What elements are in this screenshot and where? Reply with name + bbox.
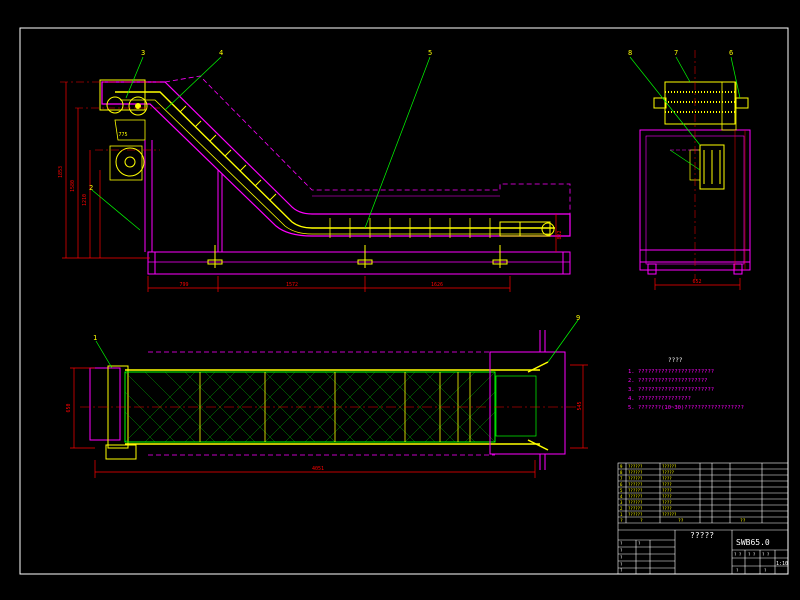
meta-label-0: ? ? bbox=[734, 552, 742, 557]
note-line-1: 1. ??????????????????????? bbox=[628, 369, 714, 375]
dim-side-left-2: 1210 bbox=[82, 194, 88, 206]
parts-row-3-name: ?????? bbox=[628, 500, 643, 505]
sign-label-1: ? bbox=[620, 548, 623, 553]
sheet-label-1: ? bbox=[764, 568, 767, 573]
sign-label-2: ? bbox=[620, 555, 623, 560]
dim-side-bottom-1: 1572 bbox=[286, 282, 298, 288]
sign-label-3: ? bbox=[620, 562, 623, 567]
parts-row-9-name: ?????? bbox=[628, 464, 643, 469]
motor-reducer bbox=[115, 147, 145, 177]
dim-plan-right: 545 bbox=[577, 401, 583, 410]
parts-row-5-name: ?????? bbox=[628, 488, 643, 493]
parts-row-8-name: ?????? bbox=[628, 470, 643, 475]
dim-side-bottom-0: 799 bbox=[179, 282, 188, 288]
drawing-title: ????? bbox=[690, 531, 714, 540]
parts-row-4-code: ???? bbox=[662, 494, 672, 499]
parts-row-1-no: 1 bbox=[620, 512, 623, 517]
parts-row-5-no: 5 bbox=[620, 488, 623, 493]
drawing-number: SWB65.0 bbox=[736, 538, 770, 547]
meta-label-1: ? ? bbox=[748, 552, 756, 557]
parts-row-2-name: ?????? bbox=[628, 506, 643, 511]
dim-side-right: 822 bbox=[557, 230, 563, 239]
header-label-2: ?? bbox=[678, 518, 684, 524]
note-line-3: 3. ??????????????????????? bbox=[628, 387, 714, 393]
parts-row-2-no: 2 bbox=[620, 506, 623, 511]
conveyor-casing bbox=[101, 81, 571, 237]
parts-row-9-no: 9 bbox=[620, 464, 623, 469]
title-block bbox=[617, 462, 789, 575]
note-line-5: 5. ???????(10~30)?????????????????? bbox=[628, 405, 744, 411]
parts-row-2-code: ???? bbox=[662, 506, 672, 511]
parts-row-8-no: 8 bbox=[620, 470, 623, 475]
balloon-1: 1 bbox=[93, 334, 97, 342]
parts-list-grid bbox=[618, 463, 788, 524]
side-elevation-view: 1853 1580 1210 775 799 1572 1626 822 bbox=[58, 75, 571, 292]
dim-side-left-0: 1853 bbox=[58, 166, 64, 178]
dim-side-bottom-2: 1626 bbox=[431, 282, 443, 288]
sign-label-0: ? bbox=[620, 541, 623, 546]
part-leaders bbox=[91, 56, 741, 369]
balloon-8: 8 bbox=[628, 49, 632, 57]
parts-row-1-code: ?????? bbox=[662, 512, 677, 517]
cad-drawing-canvas: 1853 1580 1210 775 799 1572 1626 822 652… bbox=[19, 27, 789, 575]
part-balloon-labels: 3 4 5 8 7 6 1 9 2 bbox=[89, 49, 733, 342]
parts-row-1-name: ?????? bbox=[628, 512, 643, 517]
balloon-5: 5 bbox=[428, 49, 432, 57]
sheet-label-0: ? bbox=[736, 568, 739, 573]
parts-row-3-no: 3 bbox=[620, 500, 623, 505]
header-label-0: ? bbox=[620, 518, 623, 524]
parts-row-4-no: 4 bbox=[620, 494, 623, 499]
parts-row-3-code: ???? bbox=[662, 500, 672, 505]
sign-label-5: ? bbox=[638, 541, 641, 546]
header-label-3: ?? bbox=[740, 518, 746, 524]
plan-tail-hopper bbox=[489, 351, 566, 455]
dim-plan-bottom: 4051 bbox=[312, 466, 324, 472]
technical-notes: ???? 1. ??????????????????????? 2. ?????… bbox=[628, 357, 744, 411]
parts-row-7-no: 7 bbox=[620, 476, 623, 481]
dim-side-left-3: 775 bbox=[118, 132, 127, 138]
balloon-3: 3 bbox=[141, 49, 145, 57]
parts-row-4-name: ?????? bbox=[628, 494, 643, 499]
drawing-scale: 1:10 bbox=[776, 561, 788, 567]
end-view-chain-box bbox=[664, 81, 736, 125]
title-block-text: 9 ?????? ?????? 8 ?????? ????? 7 ?????? … bbox=[620, 464, 788, 573]
dim-end-bottom: 652 bbox=[692, 279, 701, 285]
sign-label-4: ? bbox=[620, 568, 623, 573]
balloon-4: 4 bbox=[219, 49, 223, 57]
parts-row-7-name: ?????? bbox=[628, 476, 643, 481]
chain-belt bbox=[115, 91, 555, 229]
parts-row-9-code: ?????? bbox=[662, 464, 677, 469]
balloon-2: 2 bbox=[89, 184, 93, 192]
plan-view: 4051 650 545 bbox=[66, 330, 588, 478]
balloon-7: 7 bbox=[674, 49, 678, 57]
parts-row-6-name: ?????? bbox=[628, 482, 643, 487]
parts-row-6-code: ???? bbox=[662, 482, 672, 487]
note-line-2: 2. ????????????????????? bbox=[628, 378, 707, 384]
dim-plan-left: 650 bbox=[66, 403, 72, 412]
end-view: 652 bbox=[639, 50, 751, 290]
note-line-4: 4. ???????????????? bbox=[628, 396, 691, 402]
parts-row-7-code: ???? bbox=[662, 476, 672, 481]
balloon-9: 9 bbox=[576, 314, 580, 322]
balloon-6: 6 bbox=[729, 49, 733, 57]
meta-label-2: ? ? bbox=[762, 552, 770, 557]
head-drive bbox=[99, 79, 148, 181]
parts-row-5-code: ???? bbox=[662, 488, 672, 493]
header-label-1: ? bbox=[640, 518, 643, 524]
parts-row-8-code: ????? bbox=[662, 470, 675, 475]
dim-side-left-1: 1580 bbox=[70, 180, 76, 192]
parts-row-6-no: 6 bbox=[620, 482, 623, 487]
notes-title: ???? bbox=[668, 357, 683, 364]
